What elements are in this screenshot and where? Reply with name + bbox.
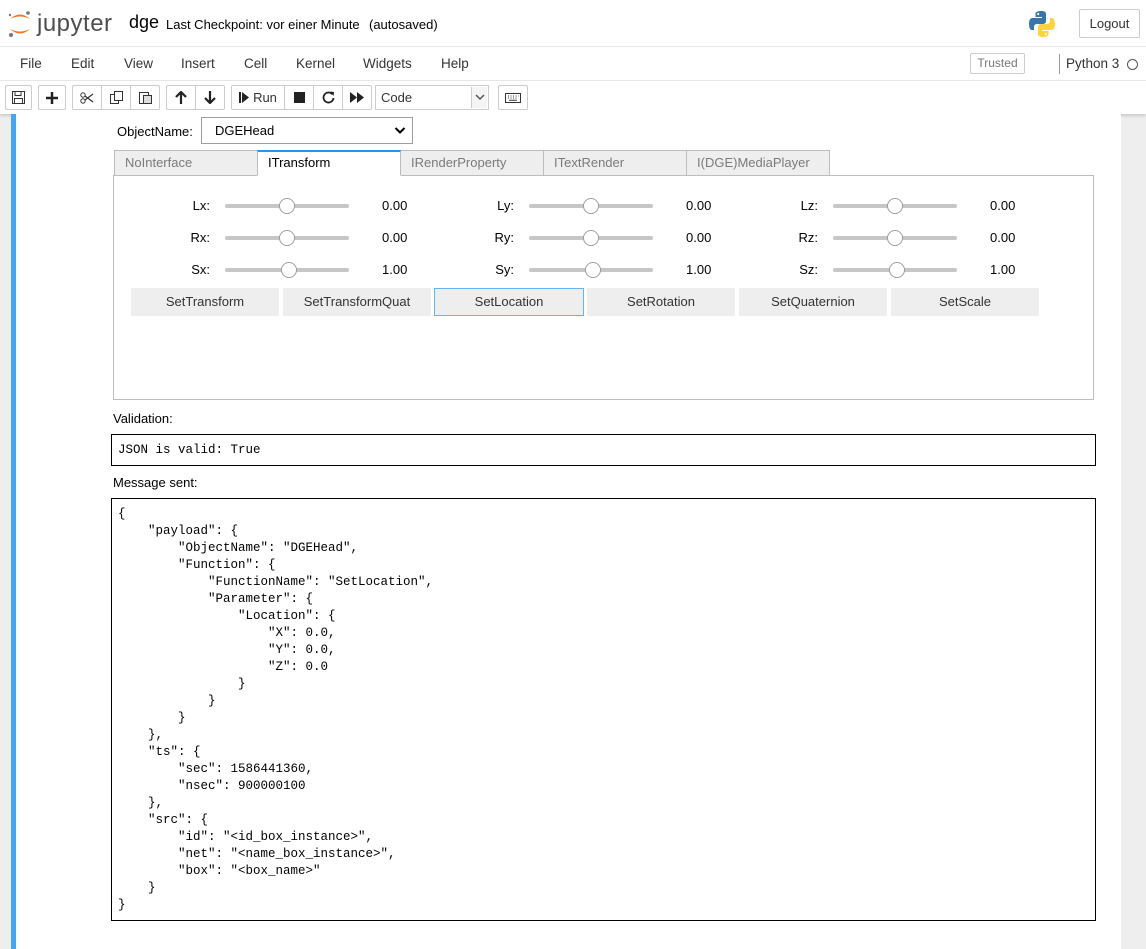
autosave-status: (autosaved) [369,17,438,32]
cell-type-select[interactable]: Code [375,85,489,110]
slider-value-rz: 0.00 [990,230,1016,245]
settransformquat-button[interactable]: SetTransformQuat [283,288,431,316]
objectname-label: ObjectName: [117,124,193,139]
header: jupyter dge Last Checkpoint: vor einer M… [0,0,1146,47]
slider-value-sx: 1.00 [382,262,408,277]
copy-button[interactable] [101,85,131,110]
slider-handle-ry[interactable] [583,230,599,246]
settransform-button[interactable]: SetTransform [131,288,279,316]
tab-imediaplayer[interactable]: I(DGE)MediaPlayer [686,150,830,176]
slider-value-ly: 0.00 [686,198,712,213]
save-button[interactable] [5,85,32,110]
restart-button[interactable] [313,85,343,110]
menu-insert[interactable]: Insert [181,56,215,71]
menu-file[interactable]: File [20,56,42,71]
cell-type-value: Code [381,90,413,105]
validation-output: JSON is valid: True [111,434,1096,466]
message-output[interactable]: { "payload": { "ObjectName": "DGEHead", … [111,498,1096,921]
arrow-down-icon [204,91,216,104]
save-icon [12,91,25,104]
tab-irenderproperty[interactable]: IRenderProperty [400,150,544,176]
cell-type-dropdown-arrow [471,87,487,108]
interrupt-button[interactable] [284,85,314,110]
tab-itextrender[interactable]: ITextRender [543,150,687,176]
kernel-name: Python 3 [1066,56,1120,71]
slider-label-rx: Rx: [190,230,211,245]
message-json-text: { "payload": { "ObjectName": "DGEHead", … [118,507,434,912]
menu-help[interactable]: Help [441,56,469,71]
objectname-dropdown[interactable]: DGEHead [201,117,413,144]
kernel-separator [1059,54,1060,74]
chevron-down-icon [394,127,406,134]
slider-value-lz: 0.00 [990,198,1016,213]
copy-icon [109,91,123,104]
kernel-idle-indicator-icon [1127,59,1138,70]
menubar: File Edit View Insert Cell Kernel Widget… [0,47,1146,81]
plus-icon [46,91,58,104]
slider-value-rx: 0.00 [382,230,408,245]
notebook-name[interactable]: dge [129,12,159,33]
slider-label-ry: Ry: [494,230,515,245]
slider-label-lz: Lz: [800,198,818,213]
setrotation-button[interactable]: SetRotation [587,288,735,316]
objectname-value: DGEHead [215,123,275,138]
command-palette-button[interactable] [498,85,528,110]
message-sent-label: Message sent: [113,475,198,490]
arrow-up-icon [175,91,187,104]
validation-text: JSON is valid: True [118,443,261,457]
jupyter-logo[interactable]: jupyter [7,9,127,39]
menu-kernel[interactable]: Kernel [296,56,335,71]
paste-icon [138,92,152,104]
move-up-button[interactable] [166,85,196,110]
slider-handle-ly[interactable] [583,198,599,214]
toolbar: Run Code [0,81,1146,114]
run-label: Run [253,90,277,105]
restart-icon [322,91,334,104]
slider-label-ly: Ly: [497,198,514,213]
slider-label-rz: Rz: [798,230,819,245]
trusted-badge[interactable]: Trusted [970,53,1025,74]
fast-forward-icon [350,92,364,103]
slider-handle-rz[interactable] [887,230,903,246]
move-down-button[interactable] [195,85,225,110]
validation-label: Validation: [113,411,173,426]
keyboard-icon [505,92,521,103]
setquaternion-button[interactable]: SetQuaternion [739,288,887,316]
chevron-down-icon [475,94,485,101]
slider-value-ry: 0.00 [686,230,712,245]
python-logo-icon [1029,11,1055,37]
slider-label-sz: Sz: [799,262,818,277]
slider-handle-rx[interactable] [279,230,295,246]
slider-handle-lx[interactable] [279,198,295,214]
setscale-button[interactable]: SetScale [891,288,1039,316]
slider-label-sy: Sy: [495,262,514,277]
slider-handle-lz[interactable] [887,198,903,214]
run-button[interactable]: Run [231,85,285,110]
stop-icon [293,92,305,103]
setlocation-button[interactable]: SetLocation [434,288,584,316]
slider-value-sy: 1.00 [686,262,712,277]
menu-widgets[interactable]: Widgets [363,56,412,71]
slider-value-lx: 0.00 [382,198,408,213]
logo-text: jupyter [37,10,113,37]
slider-label-sx: Sx: [191,262,210,277]
tab-nointerface[interactable]: NoInterface [114,150,258,176]
logout-button[interactable]: Logout [1079,9,1140,38]
menu-edit[interactable]: Edit [71,56,94,71]
slider-label-lx: Lx: [192,198,210,213]
checkpoint-status: Last Checkpoint: vor einer Minute [166,17,360,32]
jupyter-logo-icon [8,11,30,37]
menu-view[interactable]: View [124,56,153,71]
scissors-icon [80,91,94,104]
menu-cell[interactable]: Cell [244,56,267,71]
slider-value-sz: 1.00 [990,262,1016,277]
paste-button[interactable] [130,85,160,110]
cut-button[interactable] [72,85,102,110]
step-forward-icon [239,92,250,103]
restart-run-all-button[interactable] [342,85,372,110]
insert-cell-button[interactable] [38,85,66,110]
tab-itransform[interactable]: ITransform [257,150,401,176]
